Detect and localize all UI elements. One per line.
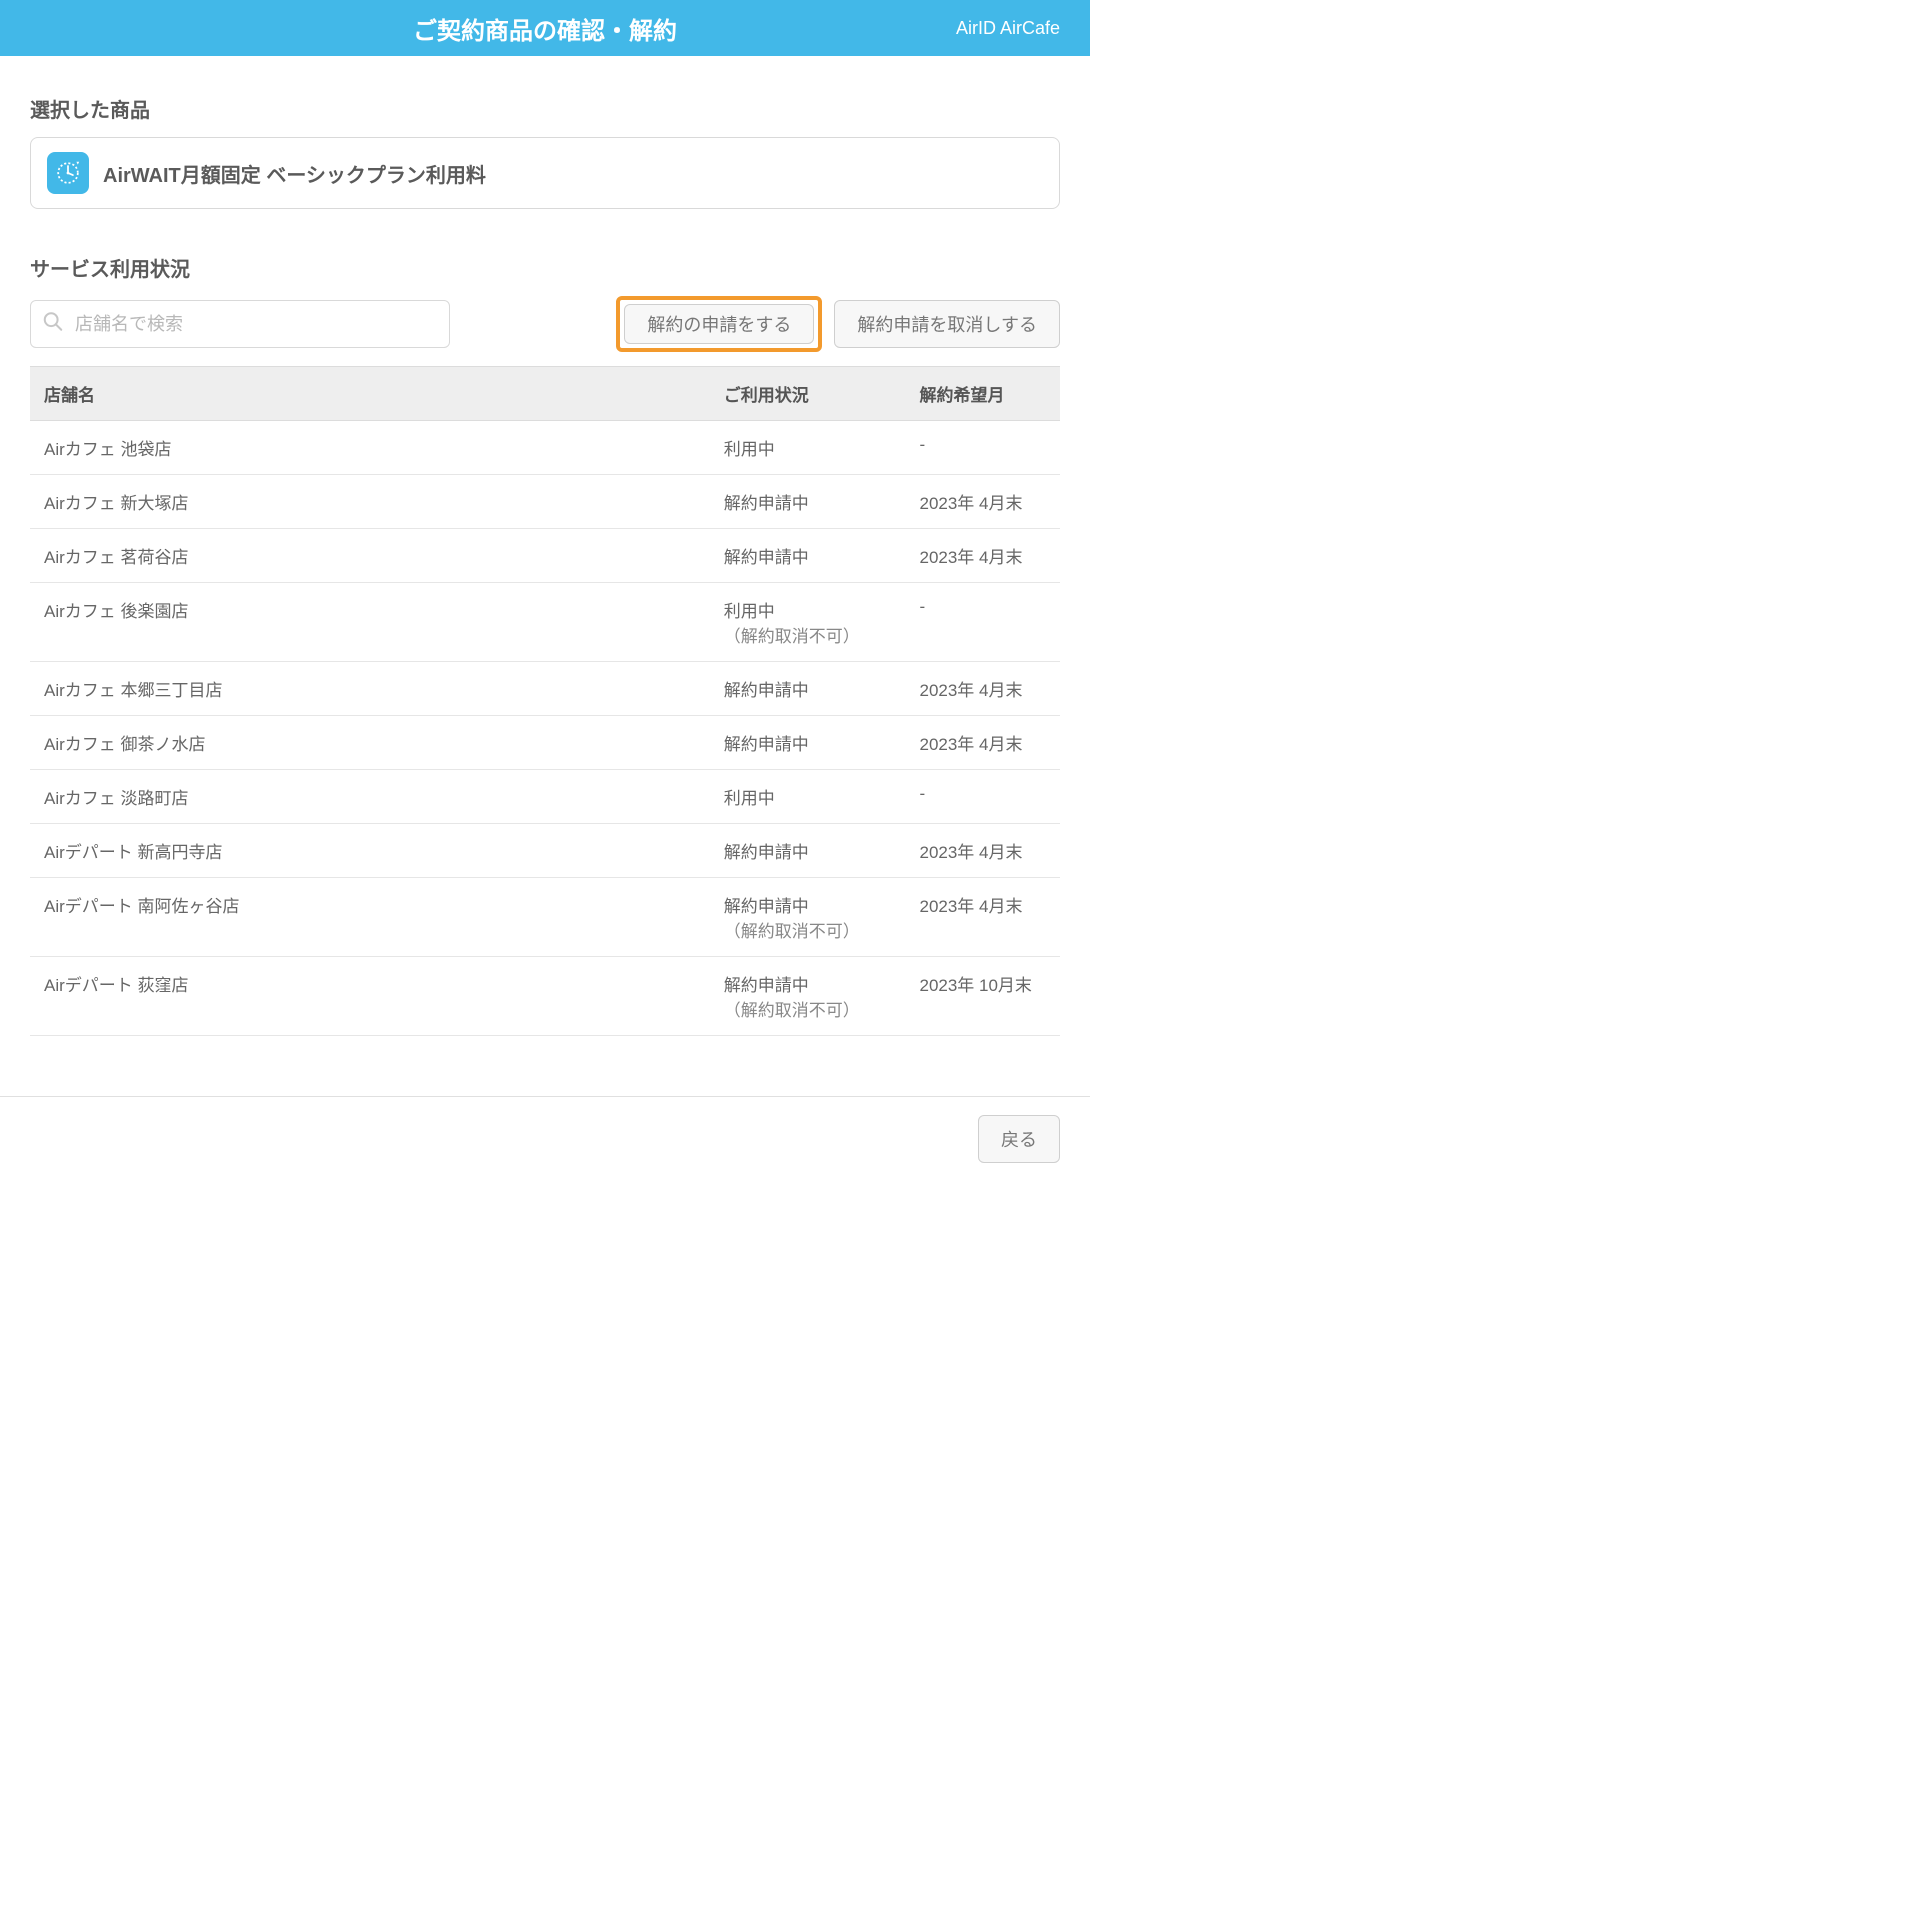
cell-store: Airデパート 荻窪店 <box>30 957 710 1036</box>
product-name: AirWAIT月額固定 ベーシックプラン利用料 <box>103 159 486 188</box>
table-row[interactable]: Airカフェ 新大塚店解約申請中 2023年 4月末 <box>30 475 1060 529</box>
status-text: 解約申請中 <box>724 681 809 700</box>
col-header-store: 店舗名 <box>30 367 710 421</box>
cell-status: 利用中（解約取消不可） <box>710 583 906 662</box>
cell-date: - <box>905 583 1060 662</box>
table-row[interactable]: Airカフェ 後楽園店利用中（解約取消不可）- <box>30 583 1060 662</box>
cell-date: 2023年 4月末 <box>905 878 1060 957</box>
table-row[interactable]: Airカフェ 茗荷谷店解約申請中 2023年 4月末 <box>30 529 1060 583</box>
status-text: 解約申請中 <box>724 897 809 916</box>
status-text: 解約申請中 <box>724 735 809 754</box>
cell-store: Airカフェ 後楽園店 <box>30 583 710 662</box>
cell-status: 解約申請中 <box>710 475 906 529</box>
col-header-status: ご利用状況 <box>710 367 906 421</box>
cell-date: 2023年 4月末 <box>905 824 1060 878</box>
cell-store: Airデパート 南阿佐ヶ谷店 <box>30 878 710 957</box>
status-text: 解約申請中 <box>724 494 809 513</box>
table-row[interactable]: Airデパート 南阿佐ヶ谷店解約申請中（解約取消不可）2023年 4月末 <box>30 878 1060 957</box>
cell-date: 2023年 4月末 <box>905 529 1060 583</box>
status-text: 利用中 <box>724 440 775 459</box>
table-row[interactable]: Airカフェ 御茶ノ水店解約申請中 2023年 4月末 <box>30 716 1060 770</box>
col-header-date: 解約希望月 <box>905 367 1060 421</box>
service-usage-heading: サービス利用状況 <box>30 253 1060 282</box>
search-icon <box>42 311 64 338</box>
cell-date: 2023年 4月末 <box>905 475 1060 529</box>
cell-store: Airカフェ 淡路町店 <box>30 770 710 824</box>
footer: 戻る <box>0 1096 1090 1181</box>
cell-status: 利用中 <box>710 770 906 824</box>
status-sub-text: （解約取消不可） <box>724 996 892 1021</box>
cell-status: 解約申請中（解約取消不可） <box>710 957 906 1036</box>
table-header-row: 店舗名 ご利用状況 解約希望月 <box>30 367 1060 421</box>
airwait-icon <box>54 159 82 187</box>
back-button[interactable]: 戻る <box>978 1115 1060 1163</box>
table-row[interactable]: Airデパート 荻窪店解約申請中（解約取消不可）2023年 10月末 <box>30 957 1060 1036</box>
table-row[interactable]: Airデパート 新高円寺店解約申請中 2023年 4月末 <box>30 824 1060 878</box>
status-text: 解約申請中 <box>724 976 809 995</box>
status-text: 解約申請中 <box>724 843 809 862</box>
status-sub-text: （解約取消不可） <box>724 622 892 647</box>
cell-status: 解約申請中 <box>710 529 906 583</box>
cell-store: Airカフェ 茗荷谷店 <box>30 529 710 583</box>
cell-status: 解約申請中 <box>710 662 906 716</box>
cell-status: 利用中 <box>710 421 906 475</box>
cell-date: 2023年 10月末 <box>905 957 1060 1036</box>
search-input[interactable] <box>30 300 450 348</box>
cell-status: 解約申請中（解約取消不可） <box>710 878 906 957</box>
status-sub-text: （解約取消不可） <box>724 917 892 942</box>
status-text: 利用中 <box>724 602 775 621</box>
status-text: 利用中 <box>724 789 775 808</box>
withdraw-cancel-button[interactable]: 解約申請を取消しする <box>834 300 1060 348</box>
product-card: AirWAIT月額固定 ベーシックプラン利用料 <box>30 137 1060 209</box>
cell-date: - <box>905 770 1060 824</box>
actions-row: 解約の申請をする 解約申請を取消しする <box>30 296 1060 352</box>
cell-status: 解約申請中 <box>710 824 906 878</box>
table-row[interactable]: Airカフェ 淡路町店利用中 - <box>30 770 1060 824</box>
status-text: 解約申請中 <box>724 548 809 567</box>
cell-date: 2023年 4月末 <box>905 716 1060 770</box>
app-header: ご契約商品の確認・解約 AirID AirCafe <box>0 0 1090 56</box>
selected-product-heading: 選択した商品 <box>30 94 1060 123</box>
request-cancel-highlight: 解約の申請をする <box>616 296 822 352</box>
cell-date: - <box>905 421 1060 475</box>
main-content: 選択した商品 AirWAIT月額固定 ベーシックプラン利用料 サービス利用状況 <box>0 56 1090 1056</box>
cell-store: Airカフェ 御茶ノ水店 <box>30 716 710 770</box>
page-title: ご契約商品の確認・解約 <box>413 11 677 46</box>
table-row[interactable]: Airカフェ 池袋店利用中 - <box>30 421 1060 475</box>
cell-store: Airカフェ 本郷三丁目店 <box>30 662 710 716</box>
cell-store: Airカフェ 池袋店 <box>30 421 710 475</box>
table-row[interactable]: Airカフェ 本郷三丁目店解約申請中 2023年 4月末 <box>30 662 1060 716</box>
cell-store: Airカフェ 新大塚店 <box>30 475 710 529</box>
product-icon <box>47 152 89 194</box>
cell-date: 2023年 4月末 <box>905 662 1060 716</box>
cell-status: 解約申請中 <box>710 716 906 770</box>
search-wrapper <box>30 300 450 348</box>
request-cancel-button[interactable]: 解約の申請をする <box>624 304 814 344</box>
account-label: AirID AirCafe <box>956 18 1060 39</box>
store-table: 店舗名 ご利用状況 解約希望月 Airカフェ 池袋店利用中-Airカフェ 新大塚… <box>30 366 1060 1036</box>
cell-store: Airデパート 新高円寺店 <box>30 824 710 878</box>
